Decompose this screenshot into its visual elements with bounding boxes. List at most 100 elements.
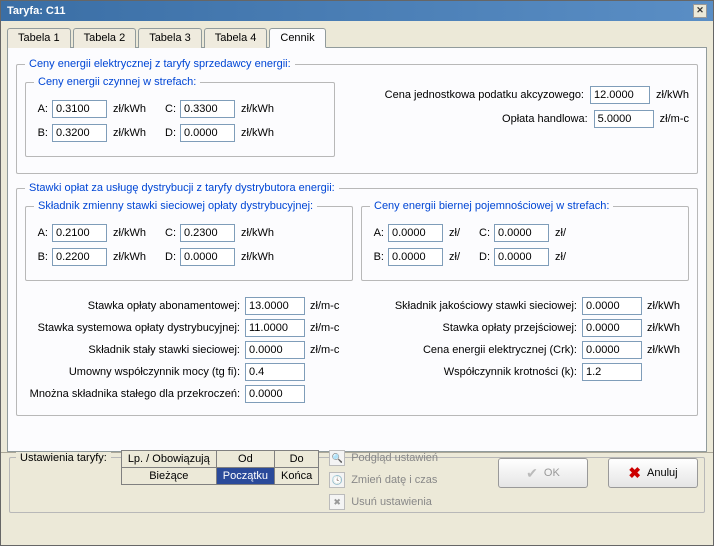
zone-d-label: D: <box>162 127 176 139</box>
seller-prices-legend: Ceny energii elektrycznej z taryfy sprze… <box>25 58 295 70</box>
var-a-unit: zł/kWh <box>113 227 146 239</box>
table-header: Od <box>216 451 274 468</box>
tabs: Tabela 1 Tabela 2 Tabela 3 Tabela 4 Cenn… <box>7 28 707 48</box>
zone-d-unit: zł/kWh <box>241 127 274 139</box>
excise-input[interactable] <box>590 86 650 104</box>
abon-unit: zł/m-c <box>310 300 352 312</box>
cancel-button[interactable]: ✖ Anuluj <box>608 458 698 488</box>
var-b-input[interactable] <box>52 248 107 266</box>
zone-b-unit: zł/kWh <box>113 127 146 139</box>
sys-input[interactable] <box>245 319 305 337</box>
var-d-label: D: <box>162 251 176 263</box>
zone-a-input[interactable] <box>52 100 107 118</box>
table-cell: Końca <box>275 468 319 485</box>
fixed-unit: zł/m-c <box>310 344 352 356</box>
delete-settings-action[interactable]: ✖ Usuń ustawienia <box>329 494 438 510</box>
k-input[interactable] <box>582 363 642 381</box>
fixed-label: Składnik stały stawki sieciowej: <box>25 344 240 356</box>
trans-unit: zł/kWh <box>647 322 689 334</box>
re-a-input[interactable] <box>388 224 443 242</box>
zone-b-input[interactable] <box>52 124 107 142</box>
var-a-input[interactable] <box>52 224 107 242</box>
ok-button[interactable]: ✔ OK <box>498 458 588 488</box>
trade-fee-label: Opłata handlowa: <box>502 113 588 125</box>
table-header-row: Lp. / Obowiązują Od Do <box>121 451 318 468</box>
preview-settings-action[interactable]: 🔍 Podgląd ustawień <box>329 450 438 466</box>
crk-unit: zł/kWh <box>647 344 689 356</box>
re-b-input[interactable] <box>388 248 443 266</box>
k-label: Współczynnik krotności (k): <box>362 366 577 378</box>
var-c-label: C: <box>162 227 176 239</box>
seller-prices-group: Ceny energii elektrycznej z taryfy sprze… <box>16 58 698 174</box>
table-cell-selected: Początku <box>216 468 274 485</box>
table-header: Lp. / Obowiązują <box>121 451 216 468</box>
re-a-label: A: <box>370 227 384 239</box>
tab-tabela4[interactable]: Tabela 4 <box>204 28 268 48</box>
action-label: Zmień datę i czas <box>351 474 437 486</box>
window-title: Taryfa: C11 <box>7 5 66 17</box>
tab-tabela1[interactable]: Tabela 1 <box>7 28 71 48</box>
var-a-label: A: <box>34 227 48 239</box>
tab-tabela2[interactable]: Tabela 2 <box>73 28 137 48</box>
abon-input[interactable] <box>245 297 305 315</box>
qual-label: Składnik jakościowy stawki sieciowej: <box>362 300 577 312</box>
distribution-legend: Stawki opłat za usługę dystrybucji z tar… <box>25 182 339 194</box>
clock-icon: 🕓 <box>329 472 345 488</box>
trans-input[interactable] <box>582 319 642 337</box>
re-c-input[interactable] <box>494 224 549 242</box>
cancel-label: Anuluj <box>647 467 678 479</box>
bottom-panel: Ustawienia taryfy: Lp. / Obowiązują Od D… <box>1 452 713 545</box>
re-a-unit: zł/ <box>449 227 460 239</box>
mult-label: Mnożna składnika stałego dla przekroczeń… <box>25 388 240 400</box>
trade-fee-unit: zł/m-c <box>660 113 689 125</box>
var-b-unit: zł/kWh <box>113 251 146 263</box>
excise-unit: zł/kWh <box>656 89 689 101</box>
table-cell: Bieżące <box>121 468 216 485</box>
tariff-settings-legend: Ustawienia taryfy: <box>16 452 111 464</box>
close-button[interactable]: ✕ <box>693 4 707 18</box>
tabs-area: Tabela 1 Tabela 2 Tabela 3 Tabela 4 Cenn… <box>1 21 713 452</box>
re-b-unit: zł/ <box>449 251 460 263</box>
re-c-unit: zł/ <box>555 227 566 239</box>
sys-unit: zł/m-c <box>310 322 352 334</box>
zone-a-label: A: <box>34 103 48 115</box>
table-header: Do <box>275 451 319 468</box>
fixed-input[interactable] <box>245 341 305 359</box>
abon-label: Stawka opłaty abonamentowej: <box>25 300 240 312</box>
mult-input[interactable] <box>245 385 305 403</box>
tgfi-input[interactable] <box>245 363 305 381</box>
ok-label: OK <box>544 467 560 479</box>
tab-tabela3[interactable]: Tabela 3 <box>138 28 202 48</box>
variable-component-group: Składnik zmienny stawki sieciowej opłaty… <box>25 200 353 281</box>
var-d-input[interactable] <box>180 248 235 266</box>
re-b-label: B: <box>370 251 384 263</box>
action-label: Usuń ustawienia <box>351 496 432 508</box>
crk-label: Cena energii elektrycznej (Crk): <box>362 344 577 356</box>
change-date-action[interactable]: 🕓 Zmień datę i czas <box>329 472 438 488</box>
trans-label: Stawka opłaty przejściowej: <box>362 322 577 334</box>
tariff-settings-frame: Ustawienia taryfy: Lp. / Obowiązują Od D… <box>9 457 705 513</box>
table-row[interactable]: Bieżące Początku Końca <box>121 468 318 485</box>
zone-a-unit: zł/kWh <box>113 103 146 115</box>
var-c-unit: zł/kWh <box>241 227 274 239</box>
re-c-label: C: <box>476 227 490 239</box>
zone-c-input[interactable] <box>180 100 235 118</box>
magnifier-icon: 🔍 <box>329 450 345 466</box>
variable-component-legend: Składnik zmienny stawki sieciowej opłaty… <box>34 200 317 212</box>
action-label: Podgląd ustawień <box>351 452 438 464</box>
distribution-group: Stawki opłat za usługę dystrybucji z tar… <box>16 182 698 416</box>
reactive-energy-legend: Ceny energii biernej pojemnościowej w st… <box>370 200 613 212</box>
re-d-input[interactable] <box>494 248 549 266</box>
tab-cennik[interactable]: Cennik <box>269 28 325 48</box>
var-b-label: B: <box>34 251 48 263</box>
zone-d-input[interactable] <box>180 124 235 142</box>
qual-input[interactable] <box>582 297 642 315</box>
titlebar: Taryfa: C11 ✕ <box>1 1 713 21</box>
window: Taryfa: C11 ✕ Tabela 1 Tabela 2 Tabela 3… <box>0 0 714 546</box>
var-c-input[interactable] <box>180 224 235 242</box>
tariff-settings-table: Lp. / Obowiązują Od Do Bieżące Początku … <box>121 450 319 485</box>
var-d-unit: zł/kWh <box>241 251 274 263</box>
zone-b-label: B: <box>34 127 48 139</box>
crk-input[interactable] <box>582 341 642 359</box>
trade-fee-input[interactable] <box>594 110 654 128</box>
